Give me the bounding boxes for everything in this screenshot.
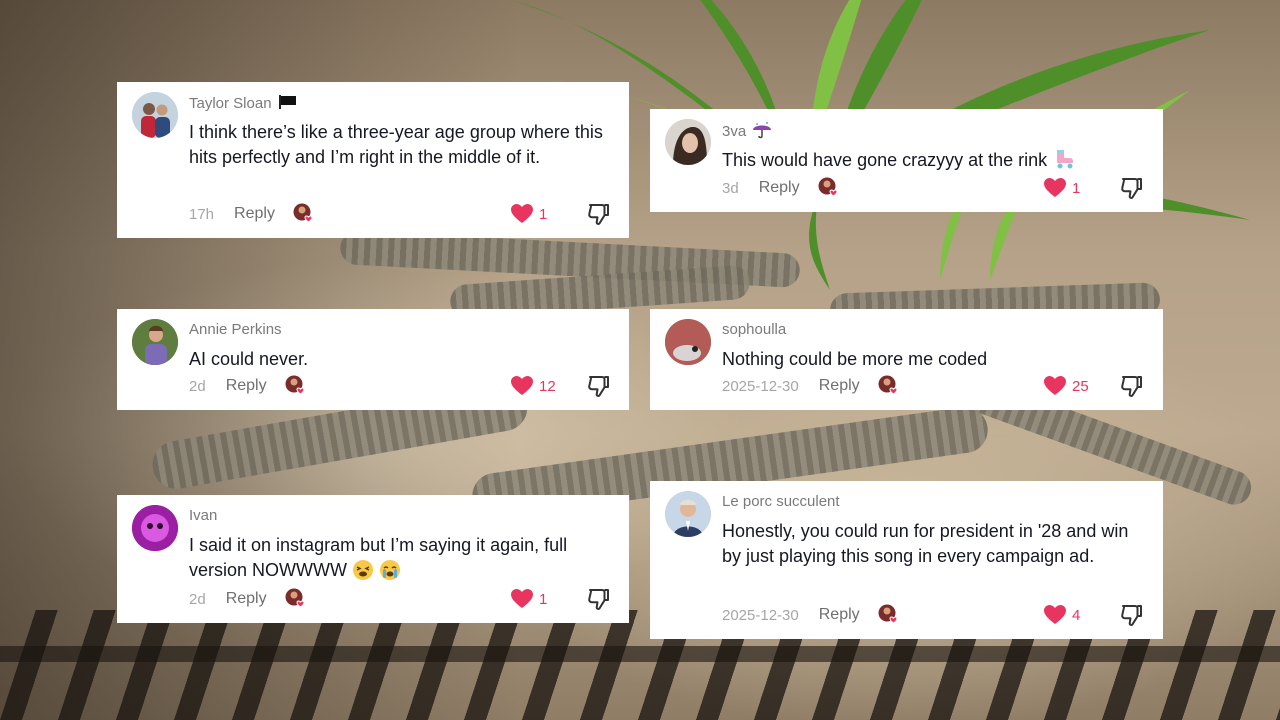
- creator-liked-avatar-icon: [285, 588, 307, 610]
- avatar[interactable]: [132, 92, 178, 138]
- reply-button[interactable]: Reply: [759, 179, 800, 197]
- comment-date: 17h: [189, 205, 215, 223]
- comment-card: Ivan I said it on instagram but I’m sayi…: [117, 495, 629, 623]
- creator-liked-avatar-icon: [818, 177, 840, 199]
- comment-text: AI could never.: [189, 349, 309, 369]
- comment-text: This would have gone crazyyy at the rink: [722, 147, 1143, 173]
- comment-card: 3va This would have gone crazyyy at the …: [650, 109, 1163, 212]
- username-text: Taylor Sloan: [189, 95, 272, 112]
- reply-button[interactable]: Reply: [819, 606, 860, 624]
- dislike-button[interactable]: [1120, 176, 1144, 202]
- comment-text: Nothing could be more me coded: [722, 349, 988, 369]
- reply-button[interactable]: Reply: [819, 377, 860, 395]
- comment-card: Le porc succulent Honestly, you could ru…: [650, 481, 1163, 639]
- dislike-button[interactable]: [587, 374, 611, 400]
- like-count: 12: [539, 377, 556, 395]
- like-count: 1: [539, 590, 548, 608]
- like-count: 4: [1072, 606, 1081, 624]
- dislike-button[interactable]: [587, 587, 611, 613]
- heart-icon: [511, 376, 533, 395]
- comment-text: Honestly, you could run for president in…: [722, 521, 1129, 566]
- like-button[interactable]: 12: [511, 374, 556, 398]
- like-button[interactable]: 1: [511, 587, 547, 611]
- reply-button[interactable]: Reply: [226, 377, 267, 395]
- dislike-button[interactable]: [1120, 603, 1144, 629]
- crying-face-emoji-icon: [380, 560, 401, 580]
- creator-liked-avatar-icon: [293, 203, 315, 225]
- username-text: 3va: [722, 123, 747, 140]
- comment-text-body: This would have gone crazyyy at the rink: [722, 150, 1048, 170]
- thumbs-down-icon: [1121, 376, 1142, 397]
- comment-username[interactable]: Taylor Sloan: [189, 94, 298, 112]
- creator-liked-avatar-icon: [878, 604, 900, 626]
- roller-skate-icon: [1057, 150, 1074, 169]
- comment-date: 2025-12-30: [722, 606, 799, 624]
- like-count: 1: [1072, 179, 1081, 197]
- comment-text: I think there’s like a three-year age gr…: [189, 122, 603, 167]
- avatar[interactable]: [132, 505, 178, 551]
- dislike-button[interactable]: [587, 202, 611, 228]
- heart-icon: [1044, 376, 1066, 395]
- comment-card: Taylor Sloan I think there’s like a thre…: [117, 82, 629, 238]
- tired-face-emoji-icon: [353, 560, 373, 580]
- like-button[interactable]: 1: [1044, 176, 1080, 200]
- heart-icon: [511, 204, 533, 223]
- comment-date: 2d: [189, 590, 206, 608]
- heart-icon: [511, 589, 533, 608]
- avatar[interactable]: [665, 319, 711, 365]
- thumbs-down-icon: [588, 589, 609, 610]
- dislike-button[interactable]: [1120, 374, 1144, 400]
- like-count: 25: [1072, 377, 1089, 395]
- comment-text: I said it on instagram but I’m saying it…: [189, 533, 609, 583]
- heart-icon: [1044, 605, 1066, 624]
- like-button[interactable]: 25: [1044, 374, 1089, 398]
- comment-username[interactable]: sophoulla: [722, 321, 786, 338]
- avatar[interactable]: [665, 491, 711, 537]
- comment-username[interactable]: 3va: [722, 121, 772, 140]
- umbrella-icon: [753, 122, 772, 139]
- thumbs-down-icon: [588, 204, 609, 225]
- like-button[interactable]: 1: [511, 202, 547, 226]
- like-count: 1: [539, 205, 548, 223]
- comment-card: Annie Perkins AI could never. 2d Reply 1…: [117, 309, 629, 410]
- heart-icon: [1044, 178, 1066, 197]
- creator-liked-avatar-icon: [285, 375, 307, 397]
- comment-date: 3d: [722, 179, 739, 197]
- black-flag-icon: [278, 95, 296, 109]
- thumbs-down-icon: [588, 376, 609, 397]
- comment-date: 2025-12-30: [722, 377, 799, 395]
- avatar[interactable]: [132, 319, 178, 365]
- thumbs-down-icon: [1121, 605, 1142, 626]
- comment-card: sophoulla Nothing could be more me coded…: [650, 309, 1163, 410]
- comment-username[interactable]: Annie Perkins: [189, 321, 282, 338]
- creator-liked-avatar-icon: [878, 375, 900, 397]
- avatar[interactable]: [665, 119, 711, 165]
- reply-button[interactable]: Reply: [226, 590, 267, 608]
- comment-username[interactable]: Le porc succulent: [722, 493, 840, 510]
- like-button[interactable]: 4: [1044, 603, 1080, 627]
- comment-date: 2d: [189, 377, 206, 395]
- comment-username[interactable]: Ivan: [189, 507, 217, 524]
- thumbs-down-icon: [1121, 178, 1142, 199]
- reply-button[interactable]: Reply: [234, 205, 275, 223]
